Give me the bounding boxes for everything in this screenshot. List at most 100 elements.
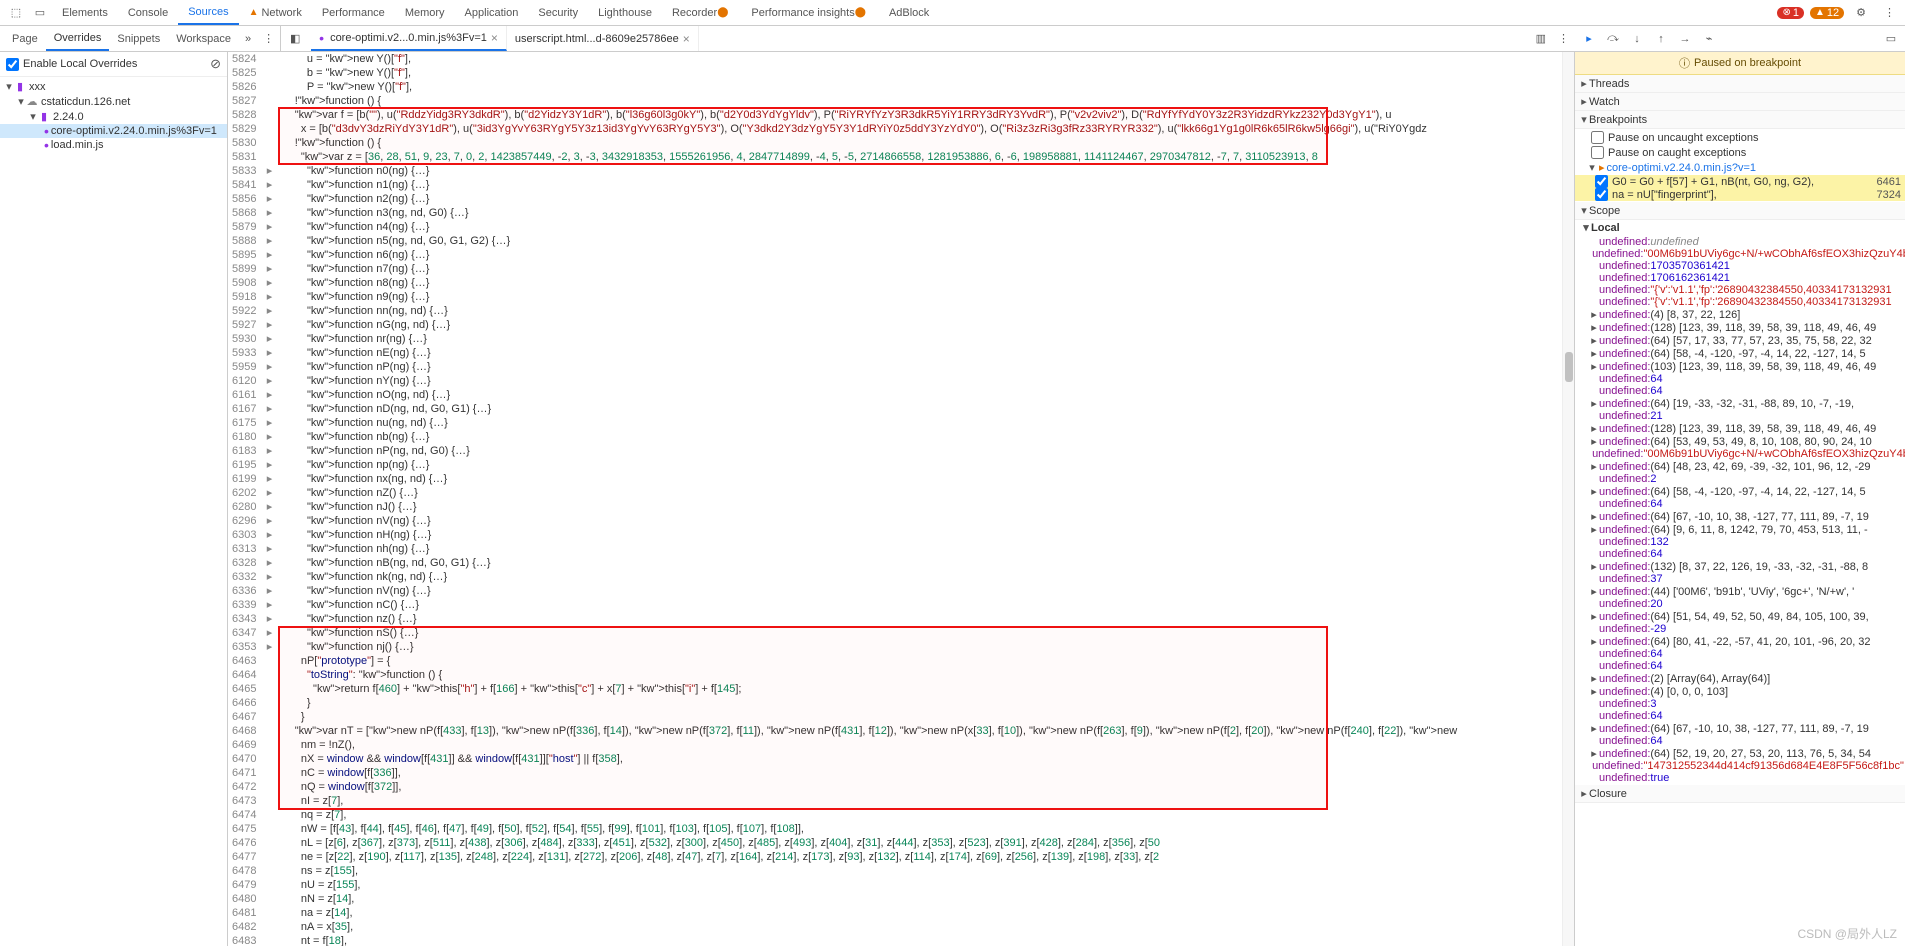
more-file-icon[interactable]: ⋮: [1552, 32, 1575, 45]
scope-variable[interactable]: undefined: 64: [1575, 710, 1905, 722]
inspect-icon[interactable]: ⬚: [8, 5, 24, 21]
scope-variable[interactable]: undefined: 64: [1575, 498, 1905, 510]
scope-variable[interactable]: ▸undefined: (44) ['00M6', 'b91b', 'UViy'…: [1575, 585, 1905, 598]
close-tab-icon[interactable]: ×: [491, 31, 498, 45]
fold-caret[interactable]: ▸: [264, 346, 274, 360]
scope-variable[interactable]: undefined: 64: [1575, 660, 1905, 672]
fold-caret[interactable]: ▸: [264, 472, 274, 486]
show-coverage-icon[interactable]: ▥: [1530, 32, 1552, 45]
error-badge[interactable]: ⊗ 1: [1777, 7, 1804, 19]
clear-overrides-icon[interactable]: ⊘: [210, 56, 221, 72]
fold-caret[interactable]: ▸: [264, 388, 274, 402]
main-tab-elements[interactable]: Elements: [52, 0, 118, 25]
bp-checkbox[interactable]: [1595, 175, 1608, 188]
scope-variable[interactable]: undefined: 1703570361421: [1575, 260, 1905, 272]
tree-file[interactable]: •core-optimi.v2.24.0.min.js%3Fv=1: [0, 124, 227, 138]
fold-caret[interactable]: ▸: [264, 556, 274, 570]
fold-caret[interactable]: ▸: [264, 178, 274, 192]
more-icon[interactable]: ⋮: [1878, 6, 1901, 19]
breakpoint-hit-row[interactable]: na = nU["fingerprint"],7324: [1575, 188, 1905, 201]
scope-variable[interactable]: undefined: 64: [1575, 373, 1905, 385]
scope-variable[interactable]: undefined: 64: [1575, 385, 1905, 397]
step-out-button[interactable]: ↑: [1651, 29, 1671, 49]
sub-tab-workspace[interactable]: Workspace: [168, 26, 239, 51]
fold-caret[interactable]: ▸: [264, 402, 274, 416]
file-tab[interactable]: userscript.html...d-8609e25786ee×: [507, 26, 699, 51]
scope-variable[interactable]: ▸undefined: (64) [67, -10, 10, 38, -127,…: [1575, 722, 1905, 735]
fold-caret[interactable]: ▸: [264, 416, 274, 430]
fold-caret[interactable]: ▸: [264, 626, 274, 640]
main-tab-performance[interactable]: Performance: [312, 0, 395, 25]
sub-tab-overrides[interactable]: Overrides: [46, 26, 110, 51]
step-into-button[interactable]: ↓: [1627, 29, 1647, 49]
fold-caret[interactable]: ▸: [264, 248, 274, 262]
fold-caret[interactable]: ▸: [264, 570, 274, 584]
scope-variable[interactable]: undefined: "00M6b91bUViy6gc+N/+wCObhAf6s…: [1575, 248, 1905, 260]
fold-caret[interactable]: ▸: [264, 584, 274, 598]
scope-variable[interactable]: ▸undefined: (64) [52, 19, 20, 27, 53, 20…: [1575, 747, 1905, 760]
fold-caret[interactable]: ▸: [264, 542, 274, 556]
tree-root[interactable]: ▾▮xxx: [0, 79, 227, 94]
fold-caret[interactable]: ▸: [264, 262, 274, 276]
scope-variable[interactable]: undefined: "{'v':'v1.1','fp':'2689043238…: [1575, 284, 1905, 296]
scope-variable[interactable]: ▸undefined: (64) [53, 49, 53, 49, 8, 10,…: [1575, 435, 1905, 448]
warning-badge[interactable]: ▲ 12: [1810, 7, 1844, 19]
fold-caret[interactable]: ▸: [264, 444, 274, 458]
scope-variable[interactable]: ▸undefined: (128) [123, 39, 118, 39, 58,…: [1575, 422, 1905, 435]
fold-caret[interactable]: ▸: [264, 206, 274, 220]
sub-tab-snippets[interactable]: Snippets: [109, 26, 168, 51]
scope-variable[interactable]: undefined: 132: [1575, 536, 1905, 548]
breakpoints-section[interactable]: ▾Breakpoints: [1575, 111, 1905, 129]
scope-variable[interactable]: undefined: 1706162361421: [1575, 272, 1905, 284]
scope-variable[interactable]: undefined: 3: [1575, 698, 1905, 710]
pause-caught-checkbox[interactable]: [1591, 146, 1604, 159]
scope-variable[interactable]: ▸undefined: (64) [57, 17, 33, 77, 57, 23…: [1575, 334, 1905, 347]
file-tab[interactable]: •core-optimi.v2...0.min.js%3Fv=1×: [311, 26, 507, 51]
editor-scrollbar[interactable]: [1562, 52, 1574, 946]
fold-caret[interactable]: ▸: [264, 192, 274, 206]
fold-caret[interactable]: ▸: [264, 220, 274, 234]
main-tab-adblock[interactable]: AdBlock: [879, 0, 939, 25]
fold-caret[interactable]: ▸: [264, 332, 274, 346]
fold-caret[interactable]: ▸: [264, 234, 274, 248]
scope-variable[interactable]: undefined: "{'v':'v1.1','fp':'2689043238…: [1575, 296, 1905, 308]
main-tab-memory[interactable]: Memory: [395, 0, 455, 25]
closure-section[interactable]: ▸Closure: [1575, 785, 1905, 803]
scope-variable[interactable]: ▸undefined: (64) [48, 23, 42, 69, -39, -…: [1575, 460, 1905, 473]
scope-variable[interactable]: undefined: 20: [1575, 598, 1905, 610]
fold-caret[interactable]: ▸: [264, 304, 274, 318]
scope-variable[interactable]: ▸undefined: (64) [58, -4, -120, -97, -4,…: [1575, 347, 1905, 360]
bp-file-row[interactable]: ▾▸core-optimi.v2.24.0.min.js?v=1: [1575, 160, 1905, 175]
collapse-panel-icon[interactable]: ▭: [1881, 29, 1901, 49]
scope-variable[interactable]: ▸undefined: (64) [9, 6, 11, 8, 1242, 79,…: [1575, 523, 1905, 536]
scope-variable[interactable]: ▸undefined: (64) [19, -33, -32, -31, -88…: [1575, 397, 1905, 410]
main-tab-network[interactable]: ▲Network: [239, 0, 312, 25]
fold-caret[interactable]: ▸: [264, 290, 274, 304]
scope-variable[interactable]: ▸undefined: (4) [8, 37, 22, 126]: [1575, 308, 1905, 321]
fold-caret[interactable]: ▸: [264, 374, 274, 388]
scope-variable[interactable]: undefined: true: [1575, 772, 1905, 784]
close-tab-icon[interactable]: ×: [683, 32, 690, 46]
fold-caret[interactable]: ▸: [264, 360, 274, 374]
scope-variable[interactable]: undefined: 64: [1575, 648, 1905, 660]
scope-section[interactable]: ▾Scope: [1575, 202, 1905, 220]
watch-section[interactable]: ▸Watch: [1575, 93, 1905, 111]
scope-variable[interactable]: ▸undefined: (128) [123, 39, 118, 39, 58,…: [1575, 321, 1905, 334]
step-over-button[interactable]: ⤼: [1603, 29, 1623, 49]
fold-caret[interactable]: ▸: [264, 318, 274, 332]
scope-variable[interactable]: ▸undefined: (132) [8, 37, 22, 126, 19, -…: [1575, 560, 1905, 573]
scope-variable[interactable]: ▸undefined: (64) [80, 41, -22, -57, 41, …: [1575, 635, 1905, 648]
main-tab-application[interactable]: Application: [455, 0, 529, 25]
fold-caret[interactable]: ▸: [264, 430, 274, 444]
scope-variable[interactable]: ▸undefined: (64) [67, -10, 10, 38, -127,…: [1575, 510, 1905, 523]
main-tab-security[interactable]: Security: [528, 0, 588, 25]
main-tab-recorder[interactable]: Recorder ⬤: [662, 0, 741, 25]
scope-variable[interactable]: undefined: 21: [1575, 410, 1905, 422]
more-subtabs-icon[interactable]: »: [239, 33, 257, 45]
pause-uncaught-checkbox[interactable]: [1591, 131, 1604, 144]
more-menu-icon[interactable]: ⋮: [257, 32, 280, 45]
scope-variable[interactable]: ▸undefined: (2) [Array(64), Array(64)]: [1575, 672, 1905, 685]
step-button[interactable]: →: [1675, 29, 1695, 49]
fold-caret[interactable]: ▸: [264, 164, 274, 178]
scope-variable[interactable]: undefined: 64: [1575, 548, 1905, 560]
